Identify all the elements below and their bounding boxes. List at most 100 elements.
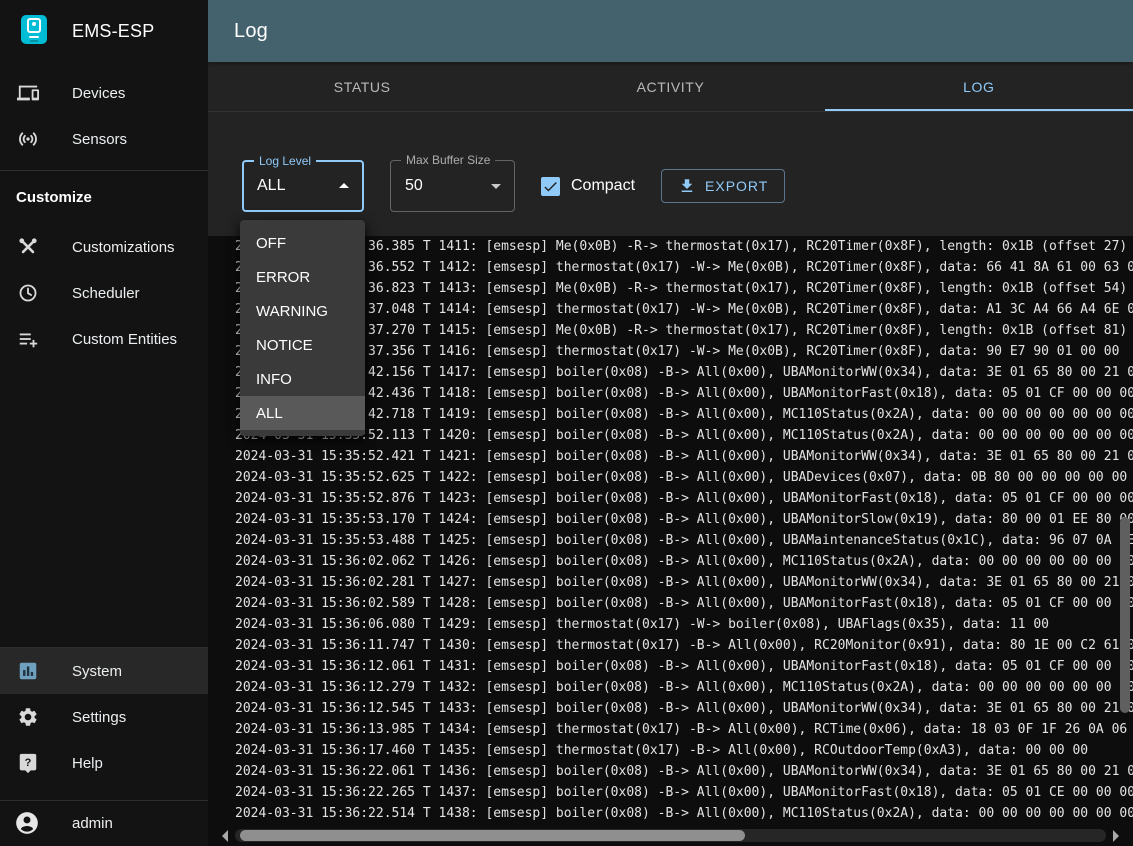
log-level-select[interactable]: Log Level ALL [242, 160, 364, 212]
sidebar-item-system[interactable]: System [0, 648, 208, 694]
log-level-option-all[interactable]: ALL [240, 396, 365, 430]
sidebar-item-label: Sensors [72, 131, 127, 148]
log-line: 2024-03-31 15:35:52.876 T 1423: [emsesp]… [235, 488, 1133, 509]
sidebar-section-customize: Customize [0, 171, 208, 224]
download-icon [678, 177, 696, 195]
sidebar-item-label: Scheduler [72, 285, 140, 302]
sidebar-item-devices[interactable]: Devices [0, 70, 208, 116]
max-buffer-select-label: Max Buffer Size [401, 153, 495, 167]
horizontal-scrollbar-thumb[interactable] [240, 830, 745, 841]
log-line: 2024-03-31 15:36:02.062 T 1426: [emsesp]… [235, 551, 1133, 572]
sidebar-item-sensors[interactable]: Sensors [0, 116, 208, 162]
help-icon: ? [16, 751, 40, 775]
log-level-option-notice[interactable]: NOTICE [240, 328, 365, 362]
tab-status[interactable]: STATUS [208, 62, 516, 111]
app-logo-icon [20, 15, 48, 47]
sidebar-nav-bottom: System Settings ? Help [0, 648, 208, 786]
arrow-drop-up-icon [332, 174, 356, 198]
scroll-right-arrow-icon[interactable] [1113, 830, 1119, 842]
log-line: 2024-03-31 15:36:02.281 T 1427: [emsesp]… [235, 572, 1133, 593]
sidebar-item-customizations[interactable]: Customizations [0, 224, 208, 270]
horizontal-scrollbar[interactable] [222, 829, 1119, 842]
sidebar: EMS-ESP Devices [0, 0, 208, 846]
tab-activity[interactable]: ACTIVITY [516, 62, 824, 111]
log-line: 2024-03-31 15:36:22.265 T 1437: [emsesp]… [235, 782, 1133, 803]
sidebar-item-custom-entities[interactable]: Custom Entities [0, 316, 208, 362]
tools-icon [16, 235, 40, 259]
log-line: 2024-03-31 15:35:53.170 T 1424: [emsesp]… [235, 509, 1133, 530]
devices-icon [16, 81, 40, 105]
compact-checkbox-label[interactable]: Compact [571, 177, 635, 195]
sidebar-item-scheduler[interactable]: Scheduler [0, 270, 208, 316]
max-buffer-select-value: 50 [405, 177, 423, 195]
svg-text:?: ? [25, 757, 32, 769]
main-area: Log STATUS ACTIVITY LOG Log Level ALL Ma… [208, 0, 1133, 846]
appbar: Log [208, 0, 1133, 62]
sidebar-header: EMS-ESP [0, 0, 208, 62]
vertical-scrollbar-thumb[interactable] [1120, 517, 1130, 713]
sidebar-gap [0, 786, 208, 800]
log-line: 2024-03-31 15:36:12.061 T 1431: [emsesp]… [235, 656, 1133, 677]
sidebar-nav-customize: Customizations Scheduler [0, 224, 208, 362]
sidebar-item-label: Customizations [72, 239, 175, 256]
account-circle-icon [14, 810, 42, 838]
sidebar-item-settings[interactable]: Settings [0, 694, 208, 740]
log-line: 2024-03-31 15:36:17.460 T 1435: [emsesp]… [235, 740, 1133, 761]
log-level-option-warning[interactable]: WARNING [240, 294, 365, 328]
clock-icon [16, 281, 40, 305]
sidebar-nav-top: Devices Sensors [0, 62, 208, 162]
scroll-left-arrow-icon[interactable] [222, 830, 228, 842]
log-line: 2024-03-31 15:36:06.080 T 1429: [emsesp]… [235, 614, 1133, 635]
log-line: 2024-03-31 15:35:52.625 T 1422: [emsesp]… [235, 467, 1133, 488]
log-line: 2024-03-31 15:36:22.061 T 1436: [emsesp]… [235, 761, 1133, 782]
sidebar-item-label: Custom Entities [72, 331, 177, 348]
log-level-option-error[interactable]: ERROR [240, 260, 365, 294]
log-line: 2024-03-31 15:35:42.718 T 1419: [emsesp]… [235, 404, 1133, 425]
system-chart-icon [16, 659, 40, 683]
tab-log[interactable]: LOG [825, 62, 1133, 111]
max-buffer-select[interactable]: Max Buffer Size 50 [390, 160, 515, 212]
log-line: 2024-03-31 15:35:52.113 T 1420: [emsesp]… [235, 425, 1133, 446]
log-line: 2024-03-31 15:35:37.356 T 1416: [emsesp]… [235, 341, 1133, 362]
sensors-icon [16, 127, 40, 151]
log-line: 2024-03-31 15:36:11.747 T 1430: [emsesp]… [235, 635, 1133, 656]
log-line: 2024-03-31 15:35:36.385 T 1411: [emsesp]… [235, 236, 1133, 257]
log-line: 2024-03-31 15:36:02.589 T 1428: [emsesp]… [235, 593, 1133, 614]
sidebar-user-label: admin [72, 815, 113, 832]
app-window: EMS-ESP Devices [0, 0, 1133, 846]
sidebar-item-label: Help [72, 755, 103, 772]
log-level-option-off[interactable]: OFF [240, 226, 365, 260]
log-line: 2024-03-31 15:36:22.514 T 1438: [emsesp]… [235, 803, 1133, 824]
sidebar-item-label: Devices [72, 85, 125, 102]
log-line: 2024-03-31 15:35:42.436 T 1418: [emsesp]… [235, 383, 1133, 404]
log-line: 2024-03-31 15:35:36.552 T 1412: [emsesp]… [235, 257, 1133, 278]
log-line: 2024-03-31 15:35:53.488 T 1425: [emsesp]… [235, 530, 1133, 551]
log-line: 2024-03-31 15:36:12.279 T 1432: [emsesp]… [235, 677, 1133, 698]
app-brand: EMS-ESP [72, 21, 154, 42]
log-level-menu: OFF ERROR WARNING NOTICE INFO ALL [240, 220, 365, 436]
log-line: 2024-03-31 15:36:13.985 T 1434: [emsesp]… [235, 719, 1133, 740]
log-level-select-value: ALL [257, 177, 285, 195]
horizontal-scrollbar-track[interactable] [235, 829, 1106, 842]
sidebar-spacer [0, 362, 208, 647]
sidebar-item-help[interactable]: ? Help [0, 740, 208, 786]
compact-checkbox[interactable] [541, 177, 560, 196]
sidebar-item-label: System [72, 663, 122, 680]
log-line: 2024-03-31 15:35:36.823 T 1413: [emsesp]… [235, 278, 1133, 299]
arrow-drop-down-icon [484, 174, 508, 198]
log-level-option-info[interactable]: INFO [240, 362, 365, 396]
compact-checkbox-row[interactable]: Compact [541, 177, 635, 196]
log-line: 2024-03-31 15:35:37.048 T 1414: [emsesp]… [235, 299, 1133, 320]
log-line: 2024-03-31 15:35:42.156 T 1417: [emsesp]… [235, 362, 1133, 383]
gear-icon [16, 705, 40, 729]
log-line: 2024-03-31 15:35:52.421 T 1421: [emsesp]… [235, 446, 1133, 467]
list-add-icon [16, 327, 40, 351]
export-button[interactable]: EXPORT [661, 169, 785, 203]
page-title: Log [234, 20, 268, 43]
log-controls: Log Level ALL Max Buffer Size 50 Compact [242, 160, 785, 212]
export-button-label: EXPORT [705, 178, 768, 194]
log-level-select-label: Log Level [254, 154, 316, 168]
log-line: 2024-03-31 15:36:12.545 T 1433: [emsesp]… [235, 698, 1133, 719]
sidebar-item-label: Settings [72, 709, 126, 726]
sidebar-user-admin[interactable]: admin [0, 801, 208, 846]
